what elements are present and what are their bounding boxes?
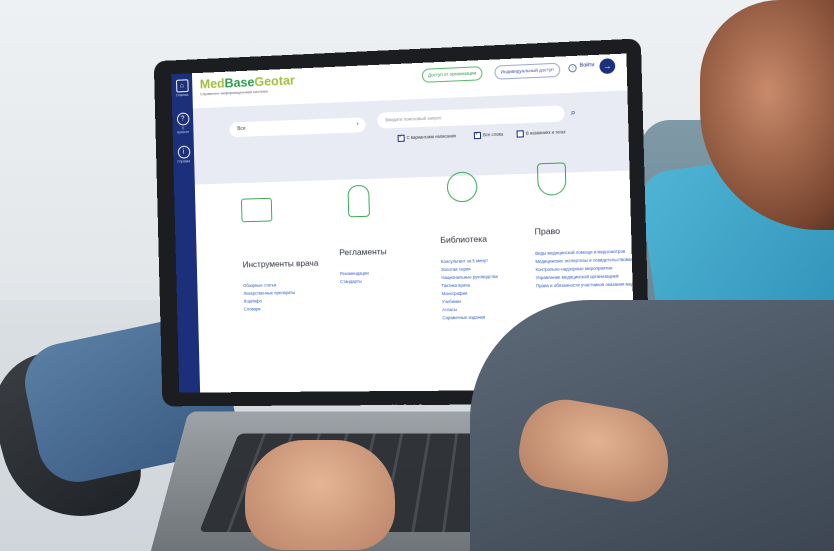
sidebar-item-label: Главная — [175, 92, 189, 98]
link-item[interactable]: Виды медицинской помощи и медосмотров — [535, 249, 629, 256]
link-item[interactable]: Управление медицинской организацией — [536, 273, 630, 280]
logo-base: Base — [224, 74, 255, 91]
chevron-right-icon: › — [356, 121, 359, 128]
category-library[interactable]: Библиотека Консультант за 5 минут Золота… — [439, 171, 499, 321]
link-item[interactable]: Права и обязанности участников оказания … — [536, 281, 635, 288]
option-label: Все слова — [482, 131, 504, 138]
link-item[interactable]: Обзорные статьи — [243, 282, 319, 288]
checkbox-unchecked[interactable] — [516, 130, 524, 138]
medical-book-icon — [446, 171, 478, 203]
category-title: Библиотека — [440, 233, 488, 245]
sidebar-item-about[interactable]: ? О проекте — [175, 112, 191, 134]
option-label: С вариантами написания — [406, 133, 456, 141]
category-links: Рекомендации Стандарты — [340, 270, 388, 285]
link-item[interactable]: Справочные издания — [442, 314, 499, 321]
sidebar-item-help[interactable]: i Справка — [176, 145, 192, 168]
login-link[interactable]: Войти — [580, 62, 595, 69]
category-doctor-tools[interactable]: Инструменты врача Обзорные статьи Лекарс… — [240, 196, 320, 312]
link-item[interactable]: Тактика врача — [441, 282, 498, 289]
home-icon: ⌂ — [175, 79, 189, 93]
link-item[interactable]: Консультант за 5 минут — [441, 258, 498, 264]
link-item[interactable]: Словари — [244, 305, 320, 311]
device-label: MacBook Pro — [392, 405, 429, 411]
left-hand — [245, 440, 395, 550]
category-title: Регламенты — [339, 246, 387, 258]
category-links: Обзорные статьи Лекарственные препараты … — [243, 282, 320, 311]
link-item[interactable]: Рекомендации — [340, 270, 387, 277]
option-label: В названиях и тегах — [525, 129, 566, 136]
link-item[interactable]: Лекарственные препараты — [243, 290, 319, 296]
link-item[interactable]: Атласы — [442, 306, 499, 312]
category-links: Консультант за 5 минут Золотая серия Нац… — [441, 258, 499, 321]
link-item[interactable]: Стандарты — [340, 278, 387, 284]
photo-scene: ⌂ Главная ? О проекте i Справка MedBaseG… — [0, 0, 834, 551]
doctor-icon — [347, 184, 370, 218]
category-law[interactable]: Право Виды медицинской помощи и медосмот… — [533, 160, 635, 289]
shield-cross-icon — [536, 162, 567, 196]
search-icon[interactable]: ⌕ — [570, 107, 576, 118]
link-item[interactable]: Национальные руководства — [441, 274, 498, 280]
link-item[interactable]: Медицинские экспертизы и освидетельствов… — [535, 257, 635, 264]
sidebar-item-label: Справка — [177, 159, 191, 164]
info-icon: i — [177, 145, 190, 159]
category-title: Право — [534, 225, 561, 237]
scope-select-value: Все — [237, 125, 246, 133]
option-all-words[interactable]: Все слова — [473, 131, 504, 140]
sidebar-item-home[interactable]: ⌂ Главная — [174, 79, 190, 101]
checkbox-checked[interactable] — [473, 131, 482, 140]
link-item[interactable]: ЛорИнфо — [244, 297, 320, 304]
link-item[interactable]: Учебники — [442, 298, 499, 304]
category-links: Виды медицинской помощи и медосмотров Ме… — [535, 249, 635, 289]
checkbox-checked[interactable] — [397, 134, 405, 142]
category-title: Инструменты врача — [242, 257, 319, 270]
monitor-book-icon — [240, 197, 273, 223]
category-regulations[interactable]: Регламенты Рекомендации Стандарты — [338, 184, 388, 284]
link-item[interactable]: Контрольно-надзорные мероприятия — [536, 265, 630, 272]
logo-geotar: Geotar — [254, 72, 296, 90]
link-item[interactable]: Золотая серия — [441, 266, 498, 272]
sidebar-item-label: О проекте — [176, 126, 190, 135]
org-access-button[interactable]: Доступ от организации — [421, 66, 483, 83]
logo-med: Med — [199, 75, 225, 92]
help-icon: ? — [176, 112, 190, 126]
personal-access-button[interactable]: Индивидуальный доступ — [494, 62, 561, 80]
link-item[interactable]: Монографии — [442, 290, 499, 297]
